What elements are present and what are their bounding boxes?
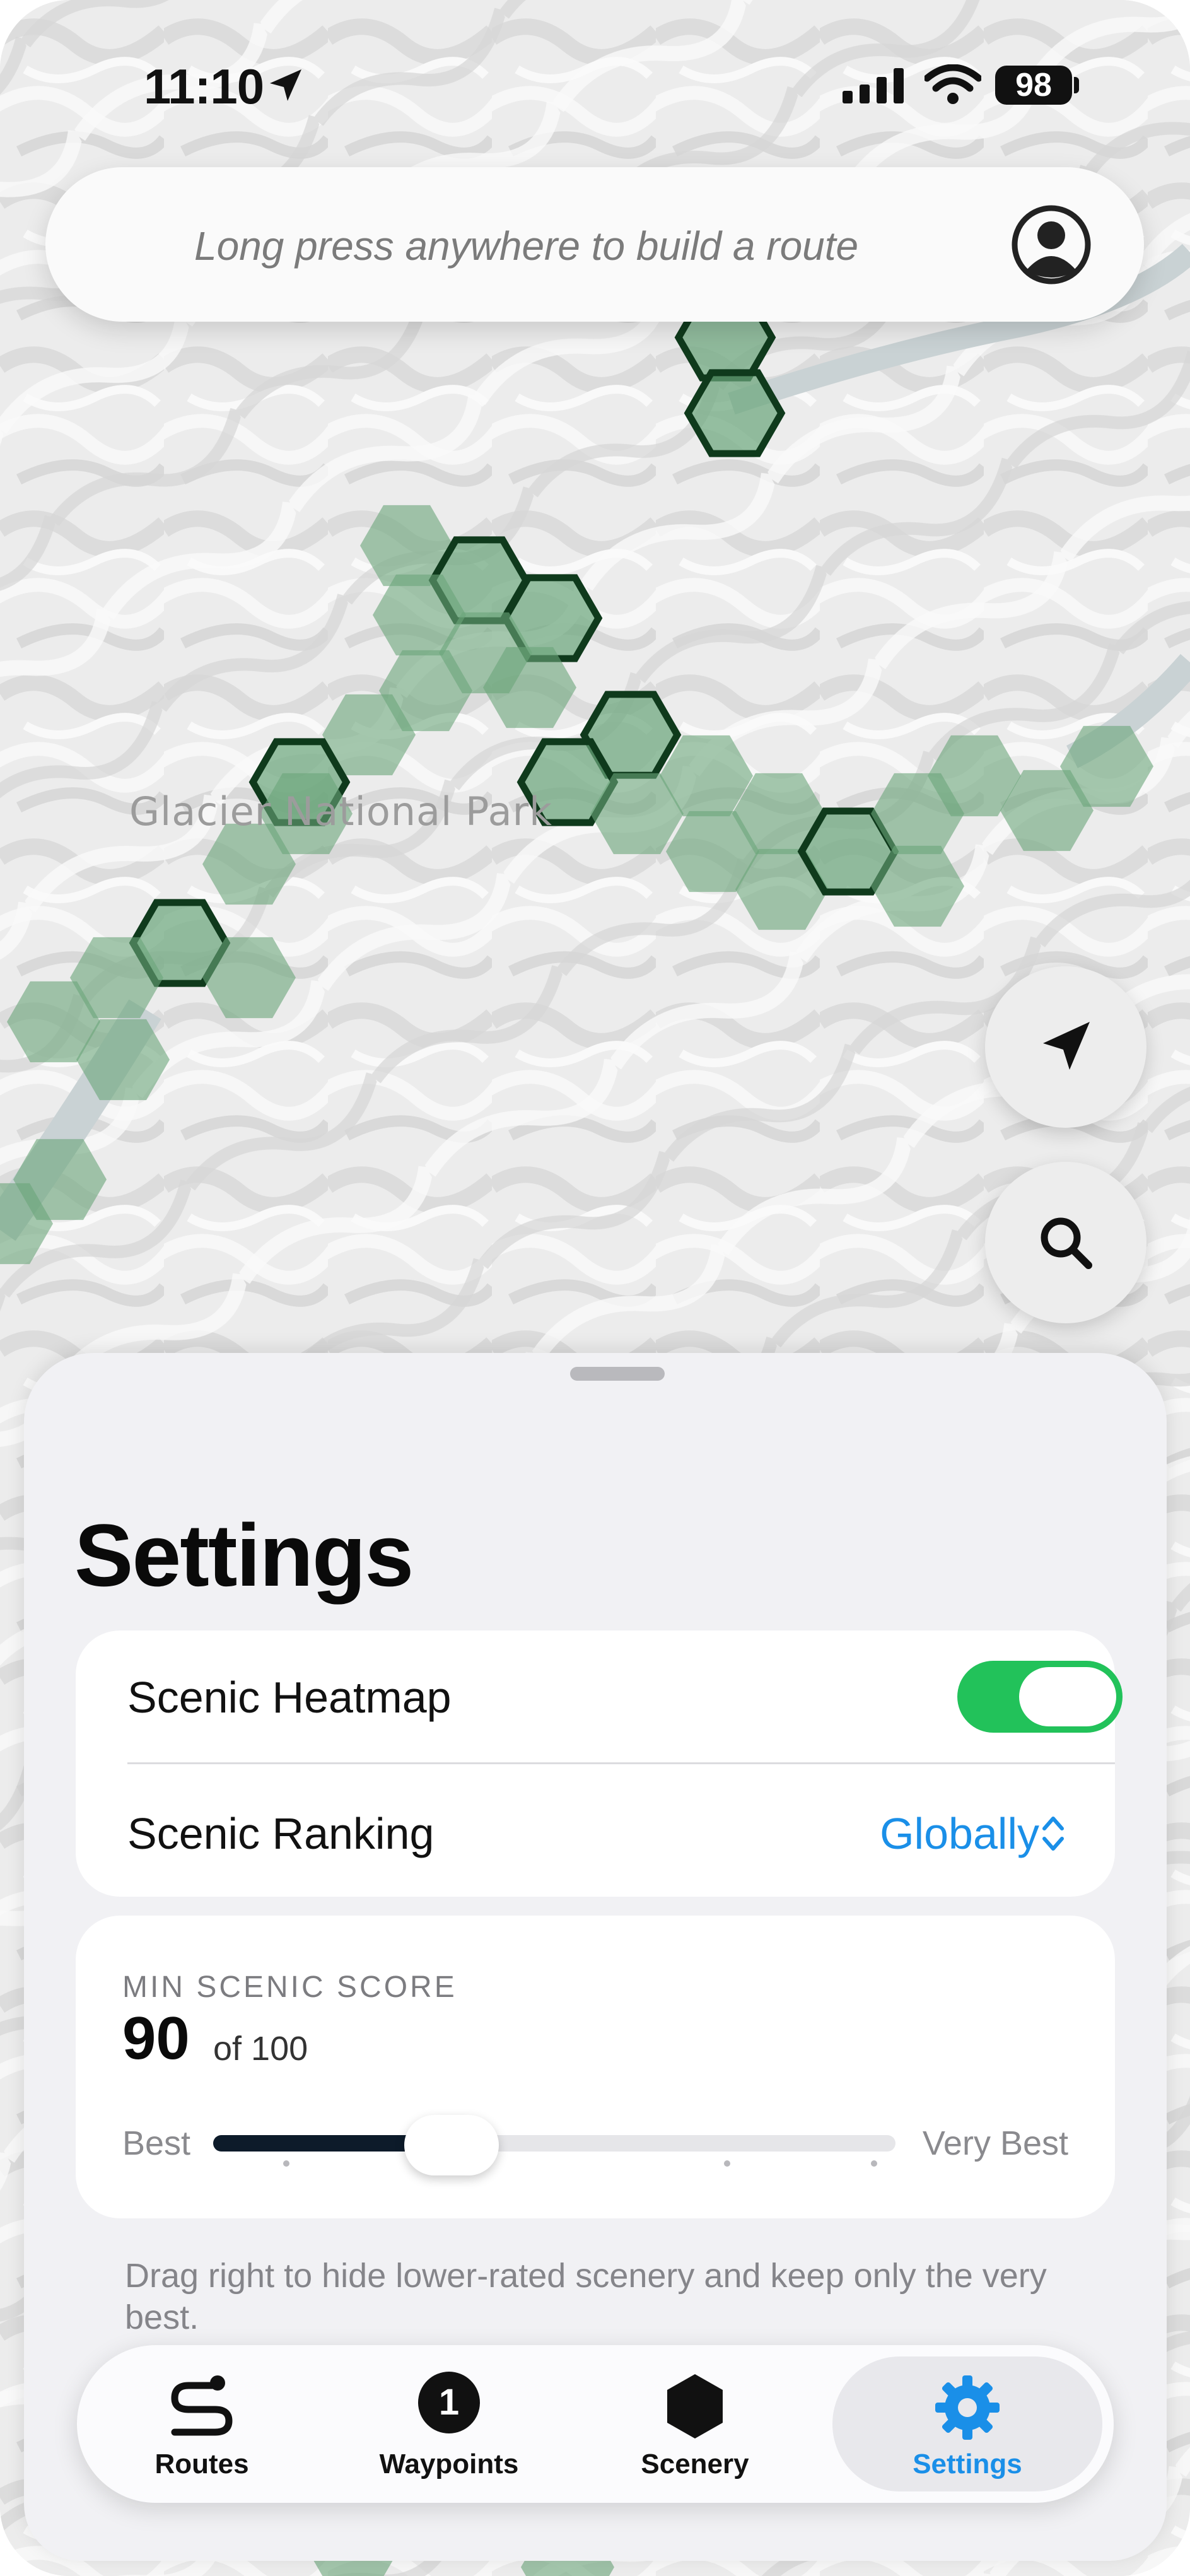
scenic-heatmap-toggle[interactable] (957, 1661, 1123, 1733)
hexagon-icon (667, 2374, 723, 2438)
status-time: 11:10 (144, 59, 264, 114)
gear-icon (935, 2375, 1000, 2440)
battery-icon: 98 (995, 66, 1072, 105)
tab-scenery[interactable]: Scenery (594, 2345, 796, 2503)
slider-tick (871, 2160, 877, 2167)
slider-help-text: Drag right to hide lower-rated scenery a… (125, 2257, 1047, 2336)
magnifier-icon (1041, 1217, 1092, 1269)
tab-label: Settings (913, 2449, 1022, 2479)
battery-nub (1074, 77, 1079, 93)
row-divider (127, 1762, 1115, 1764)
waypoint-badge-icon: 1 (418, 2372, 480, 2433)
tab-label: Waypoints (379, 2449, 519, 2479)
tab-waypoints[interactable]: 1 Waypoints (342, 2345, 556, 2503)
toggle-knob (1019, 1667, 1116, 1726)
tab-label: Scenery (641, 2449, 749, 2479)
locate-me-button[interactable] (985, 966, 1146, 1128)
min-score-value: 90 (122, 2005, 190, 2072)
scenic-ranking-select[interactable]: Globally (880, 1808, 1039, 1859)
tab-routes[interactable]: Routes (101, 2345, 303, 2503)
min-score-max: of 100 (213, 2030, 308, 2068)
cellular-signal-icon (843, 68, 904, 103)
page-title: Settings (74, 1506, 414, 1605)
scenic-ranking-label: Scenic Ranking (127, 1809, 435, 1858)
navigation-arrow-icon (1043, 1022, 1090, 1070)
park-label: Glacier National Park (129, 788, 552, 834)
heatmap-settings-card: Scenic Heatmap Scenic Ranking Globally (76, 1630, 1123, 1897)
slider-min-label: Best (122, 2124, 191, 2162)
route-s-icon (171, 2375, 233, 2436)
min-score-card: MIN SCENIC SCORE 90 of 100 Best Very Bes… (76, 1916, 1115, 2218)
wifi-icon (925, 64, 981, 104)
min-score-label: MIN SCENIC SCORE (122, 1970, 457, 2004)
scenic-heatmap-label: Scenic Heatmap (127, 1673, 452, 1722)
slider-tick (724, 2160, 730, 2167)
slider-thumb[interactable] (404, 2115, 499, 2175)
search-placeholder: Long press anywhere to build a route (194, 223, 859, 269)
sheet-grabber[interactable] (570, 1367, 665, 1381)
person-circle-icon[interactable] (1010, 204, 1092, 286)
tab-bar: Routes 1 Waypoints Scenery Settings (77, 2345, 1114, 2503)
app-screen: Glacier National Park 11:10 98 Long pres… (0, 0, 1190, 2576)
slider-max-label: Very Best (922, 2124, 1068, 2162)
min-score-slider[interactable] (213, 2135, 895, 2152)
chevron-up-down-icon[interactable] (1042, 1813, 1065, 1854)
location-arrow-icon (270, 69, 301, 101)
map-search-button[interactable] (985, 1162, 1146, 1323)
slider-tick (283, 2160, 289, 2167)
tab-label: Routes (155, 2449, 249, 2479)
scenic-hex-top[interactable] (684, 369, 786, 457)
search-bar[interactable]: Long press anywhere to build a route (45, 167, 1144, 322)
tab-settings[interactable]: Settings (832, 2356, 1102, 2491)
